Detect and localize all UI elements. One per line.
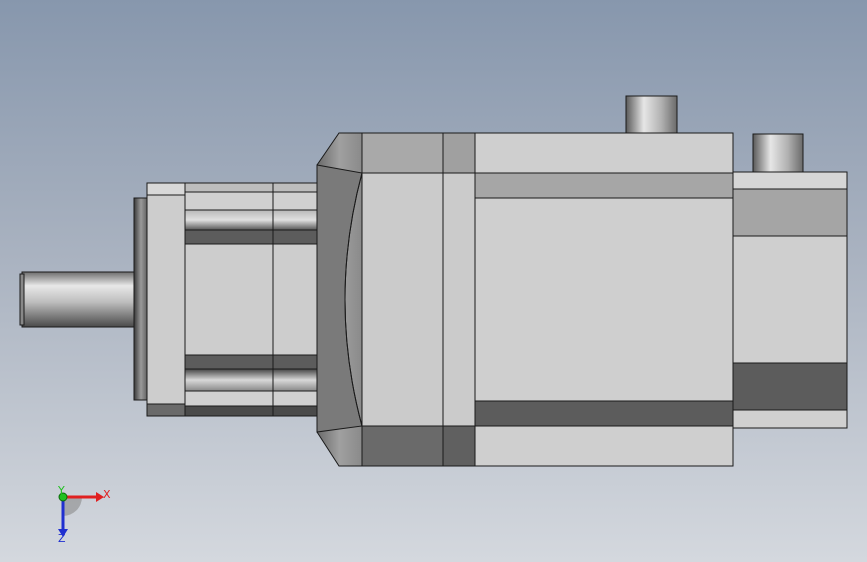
output-shaft[interactable] <box>19 271 139 328</box>
connector-cap-large[interactable] <box>625 95 678 134</box>
y-axis-label: Y <box>57 484 65 497</box>
encoder-housing[interactable] <box>732 171 848 429</box>
gear-housing[interactable] <box>146 182 318 417</box>
connector-cap-small[interactable] <box>752 133 804 173</box>
x-axis-label: X <box>103 488 111 501</box>
orientation-triad: X Y Z <box>57 484 111 545</box>
motor-body[interactable] <box>474 132 734 467</box>
z-axis-label: Z <box>58 532 66 545</box>
output-flange[interactable] <box>133 197 149 401</box>
cad-viewport[interactable]: X Y Z <box>0 0 867 562</box>
gearbox-motor-model[interactable]: X Y Z <box>0 0 867 562</box>
adapter-block[interactable] <box>316 132 476 467</box>
